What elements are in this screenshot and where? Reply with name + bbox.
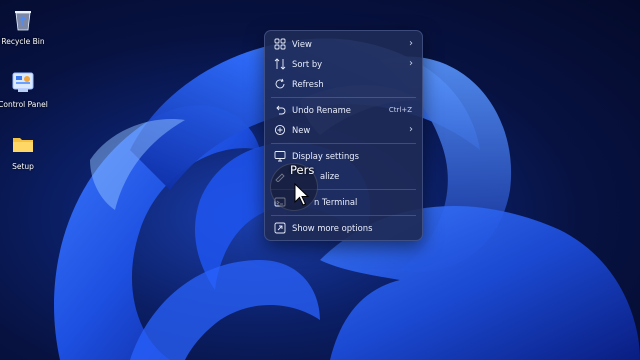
control-panel-icon (12, 72, 34, 92)
menu-item-new[interactable]: New › (265, 120, 422, 140)
undo-icon (276, 105, 286, 115)
desktop-icon-setup[interactable]: Setup (0, 131, 48, 171)
desktop-icon-label: Setup (12, 162, 34, 171)
menu-separator (271, 215, 416, 216)
desktop-icon-recycle-bin[interactable]: Recycle Bin (0, 6, 48, 46)
desktop-icon-label: Recycle Bin (1, 37, 45, 46)
menu-item-sort-by[interactable]: Sort by › (265, 54, 422, 74)
menu-item-label: Refresh (292, 79, 324, 89)
mouse-pointer-icon (294, 183, 310, 206)
menu-separator (271, 143, 416, 144)
chevron-right-icon: › (409, 38, 413, 49)
refresh-icon (275, 78, 285, 89)
menu-item-label: Display settings (292, 151, 359, 161)
menu-separator (271, 97, 416, 98)
menu-item-shortcut: Ctrl+Z (388, 106, 412, 114)
menu-item-view[interactable]: View › (265, 34, 422, 54)
menu-item-label: Undo Rename (292, 105, 351, 115)
plus-circle-icon (274, 124, 286, 136)
menu-item-label: Show more options (292, 223, 373, 233)
desktop-icon-control-panel[interactable]: Control Panel (0, 69, 48, 109)
menu-item-label: New (292, 125, 311, 135)
menu-item-refresh[interactable]: Refresh (265, 74, 422, 94)
grid-icon (274, 38, 286, 50)
menu-item-label: alize (320, 171, 340, 181)
hover-zoom-text: Pers (290, 163, 315, 177)
menu-item-label: View (292, 39, 312, 49)
petal-bottom-left (130, 260, 320, 360)
display-icon (274, 151, 286, 162)
menu-item-label: Sort by (292, 59, 323, 69)
menu-item-show-more-options[interactable]: Show more options (265, 218, 422, 238)
menu-item-label: n Terminal (314, 197, 358, 207)
sort-icon (274, 58, 286, 70)
folder-icon (13, 138, 33, 152)
more-options-icon (274, 222, 286, 234)
chevron-right-icon: › (409, 124, 413, 135)
chevron-right-icon: › (409, 58, 413, 69)
menu-item-undo-rename[interactable]: Undo Rename Ctrl+Z (265, 100, 422, 120)
desktop-icon-label: Control Panel (0, 100, 48, 109)
recycle-bin-icon (15, 11, 31, 31)
